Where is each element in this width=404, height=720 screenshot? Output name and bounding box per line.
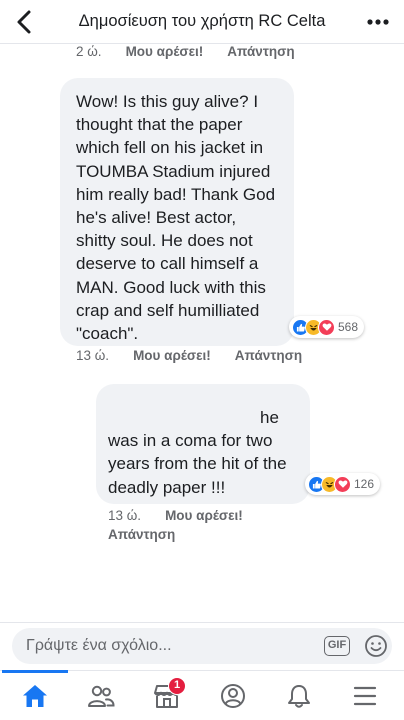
comment-input-placeholder: Γράψτε ένα σχόλιο... xyxy=(26,637,172,654)
tab-notifications[interactable] xyxy=(266,671,332,720)
comment-text-line: him really bad! Thank God xyxy=(76,184,276,204)
tab-profile[interactable] xyxy=(200,671,266,720)
comment-text-line: shitty soul. He does not xyxy=(76,231,253,251)
top-bar: Δημοσίευση του χρήστη RC Celta xyxy=(0,0,404,44)
comment-text-line: he's alive! Best actor, xyxy=(76,208,237,228)
comment-text-line: deadly paper !!! xyxy=(108,477,226,497)
reaction-count: 126 xyxy=(354,477,375,491)
comment-time: 2 ώ. xyxy=(76,44,102,59)
comment-composer: Γράψτε ένα σχόλιο... GIF xyxy=(0,622,404,670)
tab-home[interactable] xyxy=(2,670,68,720)
bottom-tab-bar: 1 xyxy=(0,670,404,720)
reply-bubble: he was in a coma for two years from the … xyxy=(96,384,310,504)
tab-marketplace[interactable]: 1 xyxy=(134,671,200,720)
page-title: Δημοσίευση του χρήστη RC Celta xyxy=(78,12,326,30)
reply-comment-button[interactable]: Απάντηση xyxy=(235,348,302,363)
comment-meta: 13 ώ. Μου αρέσει! Απάντηση xyxy=(108,506,267,544)
love-reaction-icon xyxy=(318,318,335,336)
notification-badge: 1 xyxy=(168,677,186,695)
friends-icon xyxy=(88,685,115,707)
like-comment-button[interactable]: Μου αρέσει! xyxy=(126,44,204,59)
comment-text-line: TOUMBA Stadium injured xyxy=(76,161,271,181)
reactions-summary[interactable]: 568 xyxy=(289,316,365,338)
like-comment-button[interactable]: Μου αρέσει! xyxy=(133,348,211,363)
gif-button[interactable]: GIF xyxy=(324,636,350,656)
reply-comment-button[interactable]: Απάντηση xyxy=(108,527,175,542)
like-comment-button[interactable]: Μου αρέσει! xyxy=(165,508,243,523)
comment-text-line: which fell on his jacket in xyxy=(76,138,264,158)
comment-bubble: Wow! Is this guy alive? I thought that t… xyxy=(60,78,294,346)
comment-text-line: "coach". xyxy=(76,324,139,344)
comments-feed[interactable]: 2 ώ. Μου αρέσει! Απάντηση Wow! Is this guy… xyxy=(0,44,404,622)
comment-text-line: crap and self humilliated xyxy=(76,300,260,320)
tab-menu[interactable] xyxy=(332,671,398,720)
comment-text-line: he xyxy=(260,408,279,427)
back-arrow-icon[interactable] xyxy=(14,9,36,35)
profile-icon xyxy=(221,684,245,708)
reactions-summary[interactable]: 126 xyxy=(305,473,381,495)
comment-time: 13 ώ. xyxy=(76,348,110,363)
comment-meta: 2 ώ. Μου αρέσει! Απάντηση xyxy=(76,44,319,59)
comment-text-line: was in a coma for two xyxy=(108,431,273,451)
comment-text-line: MAN. Good luck with this xyxy=(76,277,266,297)
notifications-bell-icon xyxy=(288,685,310,708)
comment-text-line: thought that the paper xyxy=(76,115,243,135)
comment-text-line: Wow! Is this guy alive? I xyxy=(76,92,259,111)
reply-comment-button[interactable]: Απάντηση xyxy=(227,44,294,59)
love-reaction-icon xyxy=(334,475,351,493)
comment-text-line: deserve to call himself a xyxy=(76,254,259,274)
menu-icon xyxy=(353,686,377,706)
more-options-icon[interactable] xyxy=(364,12,392,32)
tab-friends[interactable] xyxy=(68,671,134,720)
comment-text-line: years from the hit of the xyxy=(108,454,287,474)
comment-input[interactable]: Γράψτε ένα σχόλιο... GIF xyxy=(12,628,392,664)
emoji-icon[interactable] xyxy=(364,634,388,658)
comment-meta: 13 ώ. Μου αρέσει! Απάντηση xyxy=(76,348,326,363)
reaction-count: 568 xyxy=(338,320,359,334)
home-icon xyxy=(23,685,47,707)
comment-time: 13 ώ. xyxy=(108,508,142,523)
